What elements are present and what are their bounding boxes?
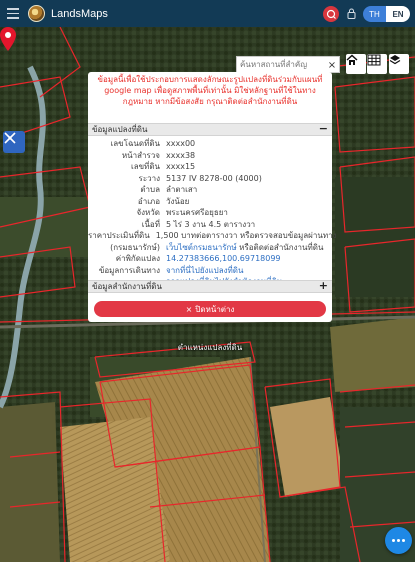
more-icon-dot [402, 539, 405, 542]
pin-label: ตำแหน่งแปลงที่ดิน [177, 343, 243, 352]
app-title: LandsMaps [51, 7, 108, 20]
parcel-details: เลขโฉนดที่ดิน xxxx00 หน้าสำรวจ xxxx38 เล… [88, 138, 337, 288]
parcel-section-title: ข้อมูลแปลงที่ดิน [92, 125, 148, 134]
more-icon [392, 539, 395, 542]
record-icon [326, 9, 336, 19]
lang-en-option[interactable]: EN [386, 6, 410, 22]
parcel-section-header[interactable]: ข้อมูลแปลงที่ดิน − [88, 123, 332, 136]
lock-icon[interactable] [347, 8, 356, 19]
grid-icon [367, 54, 381, 66]
close-icon: × [185, 304, 193, 314]
home-button[interactable] [346, 54, 366, 74]
record-button[interactable] [323, 6, 339, 22]
top-bar: LandsMaps TH EN [0, 0, 415, 27]
more-options-button[interactable] [385, 527, 412, 554]
measure-tool-button[interactable] [3, 131, 25, 153]
coordinates-link[interactable]: 14.27383666,100.69718099 [163, 254, 281, 263]
value-land-number: xxxx15 [166, 162, 196, 172]
app-logo [28, 5, 45, 22]
expand-icon[interactable]: + [319, 280, 328, 291]
office-section-header[interactable]: ข้อมูลสำนักงานที่ดิน + [88, 280, 332, 293]
lang-th-option[interactable]: TH [363, 6, 386, 22]
location-pin-icon[interactable] [0, 27, 16, 51]
map-view[interactable]: × ข้อมูลนี้เพื่อใช้ประกอบการแสดงลักษณะรู… [0, 27, 415, 562]
measure-icon [4, 132, 16, 144]
hamburger-icon[interactable] [0, 0, 26, 27]
office-section-title: ข้อมูลสำนักงานที่ดิน [92, 282, 162, 291]
close-window-button[interactable]: × ปิดหน้าต่าง [94, 301, 326, 317]
layers-icon [389, 55, 401, 65]
language-switch[interactable]: TH EN [363, 6, 410, 22]
home-icon [346, 54, 358, 65]
value-survey-page: xxxx38 [166, 150, 196, 160]
treasury-website-link[interactable]: เว็บไซต์กรมธนารักษ์ หรือติดต่อสำนักงานที… [163, 241, 323, 254]
value-deed-number: xxxx00 [166, 139, 196, 149]
treasury-link-text[interactable]: เว็บไซต์กรมธนารักษ์ [166, 243, 237, 252]
close-window-label: ปิดหน้าต่าง [195, 304, 235, 314]
value-map-sheet: 5137 IV 8278-00 (4000) [166, 173, 262, 183]
more-icon-dot [397, 539, 400, 542]
place-search-input[interactable] [237, 57, 325, 72]
disclaimer-notice: ข้อมูลนี้เพื่อใช้ประกอบการแสดงลักษณะรูปแ… [97, 75, 323, 106]
layers-button[interactable] [389, 54, 409, 74]
collapse-icon[interactable]: − [319, 123, 328, 134]
grid-button[interactable] [367, 54, 387, 74]
search-clear-button[interactable]: × [325, 58, 339, 72]
parcel-info-popup: ข้อมูลนี้เพื่อใช้ประกอบการแสดงลักษณะรูปแ… [88, 72, 337, 322]
treasury-contact-text: หรือติดต่อสำนักงานที่ดิน [236, 242, 324, 252]
label-travel: ข้อมูลการเดินทาง [98, 265, 160, 275]
